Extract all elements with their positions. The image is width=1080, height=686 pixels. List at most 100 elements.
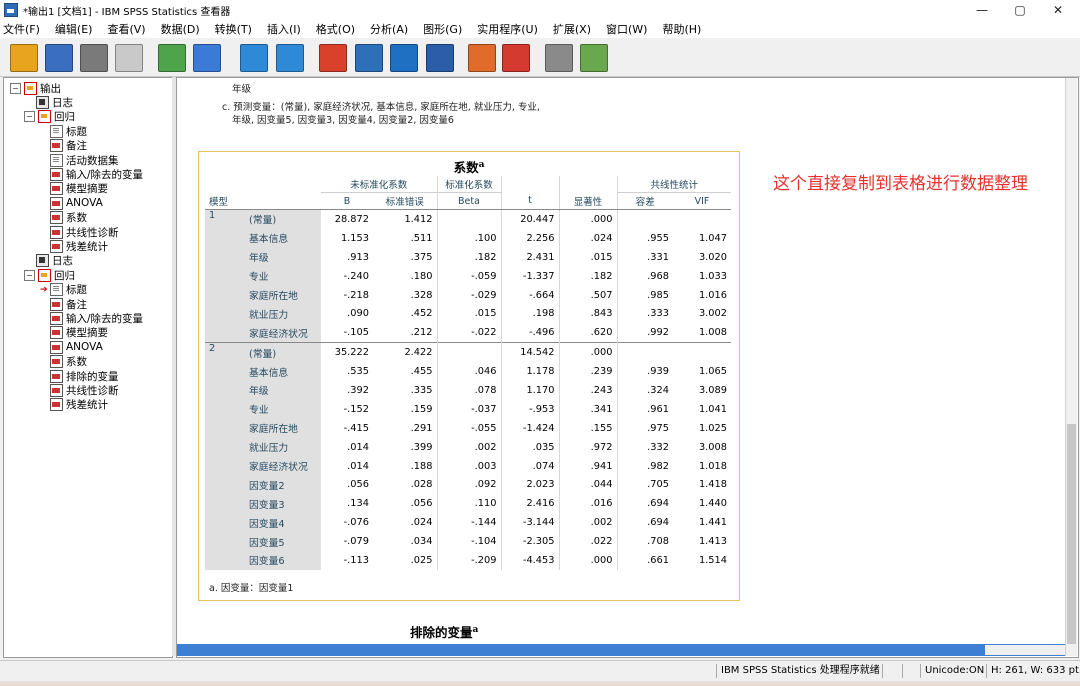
cell-sig: .843 (558, 304, 617, 324)
cell-sig: .972 (558, 437, 617, 457)
tree-item[interactable]: 日志 (36, 95, 73, 109)
cell-beta: .046 (436, 362, 501, 382)
goto-case-icon[interactable] (355, 44, 383, 72)
vertical-scrollbar[interactable] (1065, 78, 1077, 656)
menu-item-3[interactable]: 数据(D) (161, 21, 200, 37)
maximize-button[interactable]: ▢ (1002, 0, 1038, 20)
close-button[interactable]: ✕ (1040, 0, 1076, 20)
open-icon[interactable] (10, 44, 38, 72)
tree-item-label: 活动数据集 (66, 154, 119, 167)
print-icon[interactable] (80, 44, 108, 72)
show-all-icon[interactable] (468, 44, 496, 72)
tree-item-label: 模型摘要 (66, 327, 108, 340)
promote-icon[interactable] (545, 44, 573, 72)
tree-item[interactable]: − 回归 (24, 268, 75, 282)
menu-item-2[interactable]: 查看(V) (107, 21, 145, 37)
tree-item[interactable]: 残差统计 (50, 239, 108, 253)
taskbar-edge (0, 681, 1080, 686)
tree-item[interactable]: 日志 (36, 254, 73, 268)
tree-item[interactable]: ANOVA (50, 340, 103, 354)
header-blank (558, 176, 617, 193)
insert-output-icon[interactable] (580, 44, 608, 72)
cell-B: -.240 (343, 270, 369, 282)
designate-window-icon[interactable] (502, 44, 530, 72)
tree-item[interactable]: 排除的变量 (50, 369, 119, 383)
tree-item[interactable]: − 回归 (24, 110, 75, 124)
table-row: 因变量4 -.076 .024 -.144 -3.144.002.694 1.441 (205, 513, 731, 533)
menu-item-1[interactable]: 编辑(E) (55, 21, 93, 37)
tree-item-label: 排除的变量 (66, 370, 119, 383)
table-row: 年级 .392 .335.078 1.170.243.324 3.089 (205, 381, 731, 400)
cell-beta: -.029 (436, 285, 501, 305)
log-icon (36, 95, 49, 109)
table-icon (50, 383, 63, 397)
cell-vif: 1.018 (698, 460, 727, 472)
outline-pane[interactable]: − 输出 日志 − 回归 标题 备注 活动数据集 输入/除去的变量 模型摘要 ANOVA 系数 共线性诊… (3, 77, 173, 658)
tree-item[interactable]: ➔ 标题 (40, 283, 87, 297)
cell-tol: .961 (616, 399, 673, 419)
menu-item-11[interactable]: 窗口(W) (606, 21, 647, 37)
tree-item[interactable]: − 输出 (10, 81, 61, 95)
tree-item-label: 标题 (66, 125, 87, 138)
menu-item-8[interactable]: 图形(G) (423, 21, 462, 37)
menu-item-12[interactable]: 帮助(H) (662, 21, 701, 37)
cell-t: -.664 (500, 285, 559, 305)
tree-item[interactable]: ANOVA (50, 196, 103, 210)
goto-data-icon[interactable] (319, 44, 347, 72)
variables-icon[interactable] (426, 44, 454, 72)
horizontal-scrollbar[interactable] (177, 644, 1065, 656)
cell-se: .291 (410, 422, 433, 434)
minimize-button[interactable]: — (964, 0, 1000, 20)
tree-item[interactable]: 标题 (50, 124, 87, 138)
tree-item[interactable]: 活动数据集 (50, 153, 119, 167)
row-label: 因变量2 (245, 475, 321, 495)
redo-icon[interactable] (276, 44, 304, 72)
menu-item-10[interactable]: 扩展(X) (553, 21, 591, 37)
print-preview-icon[interactable] (115, 44, 143, 72)
cell-sig: .016 (558, 494, 617, 514)
export-icon[interactable] (158, 44, 186, 72)
tree-item[interactable]: 备注 (50, 139, 87, 153)
menu-item-9[interactable]: 实用程序(U) (477, 21, 538, 37)
cell-sig: .024 (558, 228, 617, 248)
table-icon (50, 196, 63, 210)
tree-item[interactable]: 残差统计 (50, 398, 108, 412)
tree-item-label: 系数 (66, 212, 87, 225)
coefficients-table[interactable]: 系数a 未标准化系数 标准化系数 共线性统计 模型 B 标准错误 Beta t (198, 151, 740, 601)
cell-B: .056 (347, 479, 369, 491)
tree-item[interactable]: 备注 (50, 297, 87, 311)
table-icon (50, 340, 63, 354)
menu-item-7[interactable]: 分析(A) (370, 21, 408, 37)
cell-se: .455 (410, 366, 433, 378)
collapse-toggle-icon[interactable]: − (24, 269, 35, 281)
tree-item-label: 输入/除去的变量 (66, 168, 144, 181)
annotation-text: 这个直接复制到表格进行数据整理 (773, 174, 1028, 194)
menu-item-5[interactable]: 插入(I) (267, 21, 301, 37)
save-icon[interactable] (45, 44, 73, 72)
goto-variable-icon[interactable] (390, 44, 418, 72)
header-blank (205, 176, 245, 193)
cell-beta (436, 342, 501, 363)
tree-item[interactable]: 输入/除去的变量 (50, 167, 143, 181)
menu-item-6[interactable]: 格式(O) (316, 21, 355, 37)
cell-t: 2.416 (500, 494, 559, 514)
collapse-toggle-icon[interactable]: − (10, 82, 21, 94)
menu-item-0[interactable]: 文件(F) (3, 21, 40, 37)
tree-item[interactable]: 模型摘要 (50, 182, 108, 196)
recall-dialog-icon[interactable] (193, 44, 221, 72)
menu-item-4[interactable]: 转换(T) (215, 21, 252, 37)
tree-item[interactable]: 共线性诊断 (50, 383, 119, 397)
tree-item[interactable]: 系数 (50, 211, 87, 225)
undo-icon[interactable] (240, 44, 268, 72)
horizontal-scroll-track[interactable] (985, 645, 1065, 655)
table-row: 家庭所在地 -.415 .291 -.055 -1.424.155.975 1.025 (205, 418, 731, 438)
row-label: 家庭经济状况 (245, 323, 321, 343)
tree-item[interactable]: 系数 (50, 355, 87, 369)
collapse-toggle-icon[interactable]: − (24, 111, 35, 123)
vertical-scroll-thumb[interactable] (1067, 424, 1076, 644)
tree-item[interactable]: 输入/除去的变量 (50, 311, 143, 325)
cell-beta: .182 (436, 247, 501, 267)
tree-item[interactable]: 共线性诊断 (50, 225, 119, 239)
tree-item[interactable]: 模型摘要 (50, 326, 108, 340)
cell-t: 14.542 (500, 342, 559, 363)
